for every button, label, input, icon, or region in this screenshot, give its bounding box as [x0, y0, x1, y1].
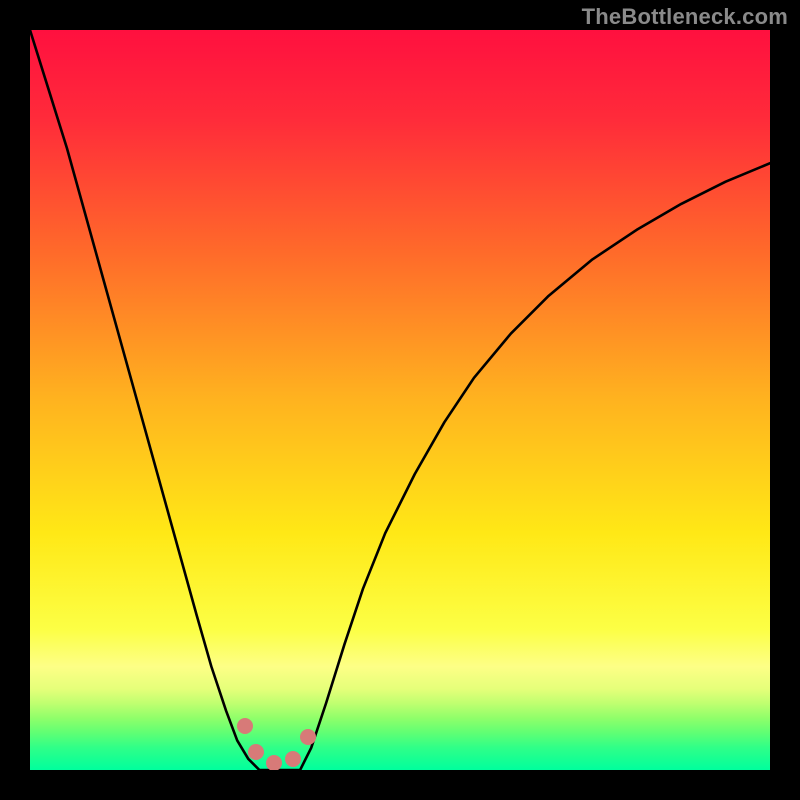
watermark-text: TheBottleneck.com [582, 4, 788, 30]
data-marker [285, 751, 301, 767]
outer-frame: TheBottleneck.com [0, 0, 800, 800]
data-marker [248, 744, 264, 760]
plot-area [30, 30, 770, 770]
data-marker [266, 755, 282, 770]
background-gradient [30, 30, 770, 770]
data-marker [300, 729, 316, 745]
data-marker [237, 718, 253, 734]
